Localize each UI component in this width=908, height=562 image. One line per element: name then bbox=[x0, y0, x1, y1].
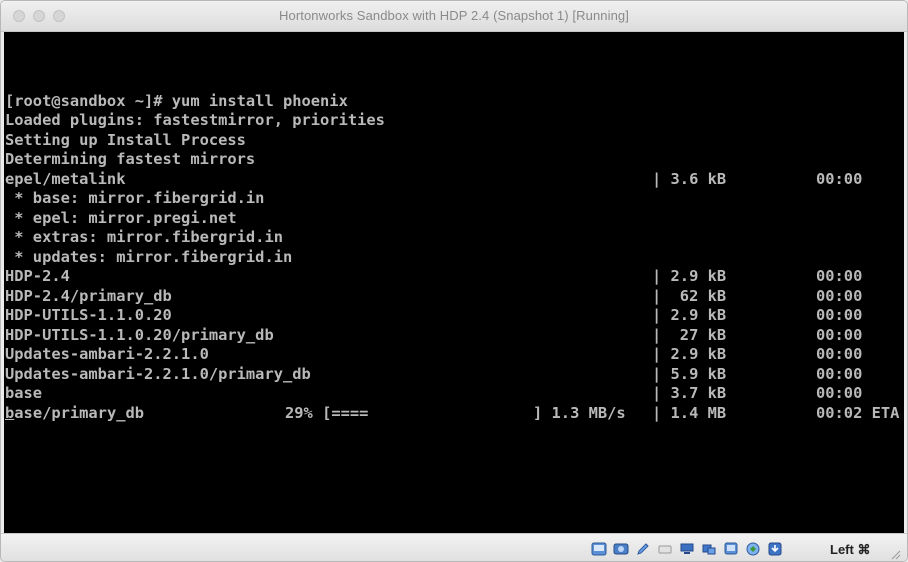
terminal-line: * extras: mirror.fibergrid.in bbox=[5, 228, 903, 248]
terminal-text: base bbox=[5, 384, 43, 402]
terminal-text: * base: mirror.fibergrid.in bbox=[5, 189, 265, 207]
progress-size: | 1.4 MB bbox=[652, 403, 727, 422]
terminal-text: 00:00 bbox=[816, 325, 863, 344]
terminal-line: HDP-2.4/primary_db | 62 kB 00:00 bbox=[5, 287, 903, 307]
terminal-text: Updates-ambari-2.2.1.0 bbox=[5, 345, 209, 363]
terminal-line: HDP-2.4 | 2.9 kB 00:00 bbox=[5, 267, 903, 287]
network-icon[interactable] bbox=[679, 541, 695, 557]
status-bar: Left ⌘ bbox=[1, 533, 907, 561]
terminal-text: 00:00 bbox=[816, 306, 863, 324]
progress-eta: 00:02 ETA bbox=[816, 403, 900, 422]
terminal-line: [root@sandbox ~]# yum install phoenix bbox=[5, 92, 903, 112]
title-bar[interactable]: Hortonworks Sandbox with HDP 2.4 (Snapsh… bbox=[1, 1, 907, 32]
terminal-text: | 2.9 kB bbox=[652, 267, 727, 285]
terminal-text: 00:00 bbox=[816, 286, 863, 305]
display-icon[interactable] bbox=[723, 541, 739, 557]
progress-file: ase/primary_db bbox=[14, 403, 145, 422]
resize-grip-icon[interactable] bbox=[891, 550, 901, 560]
host-key-indicator[interactable]: Left ⌘ bbox=[830, 542, 870, 558]
terminal-text: HDP-UTILS-1.1.0.20/primary_db bbox=[5, 325, 274, 344]
terminal-line: base | 3.7 kB 00:00 bbox=[5, 384, 903, 404]
terminal-progress-line: base/primary_db 29% [==== ] 1.3 MB/s | 1.4 … bbox=[5, 404, 903, 424]
terminal-text: base/primary_db bbox=[5, 404, 144, 424]
terminal-text: [root@sandbox ~]# yum install phoenix bbox=[5, 91, 348, 110]
terminal-text: 00:00 bbox=[816, 169, 863, 188]
terminal-text: 00:00 bbox=[816, 345, 863, 363]
cursor-char: b bbox=[5, 403, 15, 422]
hard-disk-icon[interactable] bbox=[591, 541, 607, 557]
terminal-line: Updates-ambari-2.2.1.0 | 2.9 kB 00:00 bbox=[5, 345, 903, 365]
terminal-text: Loaded plugins: fastestmirror, prioritie… bbox=[5, 111, 385, 129]
terminal-text: Updates-ambari-2.2.1.0/primary_db bbox=[5, 364, 311, 383]
video-capture-icon[interactable] bbox=[745, 541, 761, 557]
terminal-text: * extras: mirror.fibergrid.in bbox=[5, 228, 283, 246]
terminal-text: 00:00 bbox=[816, 364, 863, 383]
terminal-line: * epel: mirror.pregi.net bbox=[5, 209, 903, 229]
terminal-text: | 2.9 kB bbox=[652, 306, 727, 324]
terminal-text: | 5.9 kB bbox=[652, 364, 727, 383]
terminal-text: 00:00 bbox=[816, 267, 863, 285]
pencil-icon[interactable] bbox=[635, 541, 651, 557]
terminal-line: epel/metalink | 3.6 kB 00:00 bbox=[5, 170, 903, 190]
terminal-text: | 3.6 kB bbox=[652, 169, 727, 188]
terminal-line: HDP-UTILS-1.1.0.20/primary_db | 27 kB 00:0… bbox=[5, 326, 903, 346]
terminal-text: | 27 kB bbox=[652, 325, 727, 344]
progress-percent: 29% [==== bbox=[285, 403, 369, 422]
terminal-text: 00:00 bbox=[816, 384, 863, 402]
usb-icon[interactable] bbox=[657, 541, 673, 557]
terminal-text: Setting up Install Process bbox=[5, 130, 246, 149]
terminal-text: * updates: mirror.fibergrid.in bbox=[5, 247, 293, 266]
terminal-text: HDP-2.4 bbox=[5, 267, 70, 285]
terminal-text: * epel: mirror.pregi.net bbox=[5, 208, 237, 227]
terminal-line: Setting up Install Process bbox=[5, 131, 903, 151]
terminal-text: | 2.9 kB bbox=[652, 345, 727, 363]
optical-drive-icon[interactable] bbox=[613, 541, 629, 557]
terminal-text: epel/metalink bbox=[5, 169, 126, 188]
terminal-line: Determining fastest mirrors bbox=[5, 150, 903, 170]
terminal-text: HDP-UTILS-1.1.0.20 bbox=[5, 306, 172, 324]
terminal-line: Updates-ambari-2.2.1.0/primary_db | 5.9 k… bbox=[5, 365, 903, 385]
mouse-integration-icon[interactable] bbox=[767, 541, 783, 557]
terminal-console[interactable]: [root@sandbox ~]# yum install phoenix Loa… bbox=[4, 32, 904, 533]
terminal-line: Loaded plugins: fastestmirror, prioritie… bbox=[5, 111, 903, 131]
virtualbox-window: Hortonworks Sandbox with HDP 2.4 (Snapsh… bbox=[0, 0, 908, 562]
terminal-output: [root@sandbox ~]# yum install phoenix Loa… bbox=[5, 33, 903, 423]
terminal-line: * updates: mirror.fibergrid.in bbox=[5, 248, 903, 268]
terminal-text: Determining fastest mirrors bbox=[5, 150, 256, 168]
terminal-text: | 3.7 kB bbox=[652, 384, 727, 402]
window-title: Hortonworks Sandbox with HDP 2.4 (Snapsh… bbox=[279, 8, 629, 23]
terminal-text: | 62 kB bbox=[652, 286, 727, 305]
terminal-line: HDP-UTILS-1.1.0.20 | 2.9 kB 00:00 bbox=[5, 306, 903, 326]
terminal-line: * base: mirror.fibergrid.in bbox=[5, 189, 903, 209]
terminal-text: HDP-2.4/primary_db bbox=[5, 286, 172, 305]
shared-folders-icon[interactable] bbox=[701, 541, 717, 557]
progress-rate: ] 1.3 MB/s bbox=[533, 403, 626, 422]
